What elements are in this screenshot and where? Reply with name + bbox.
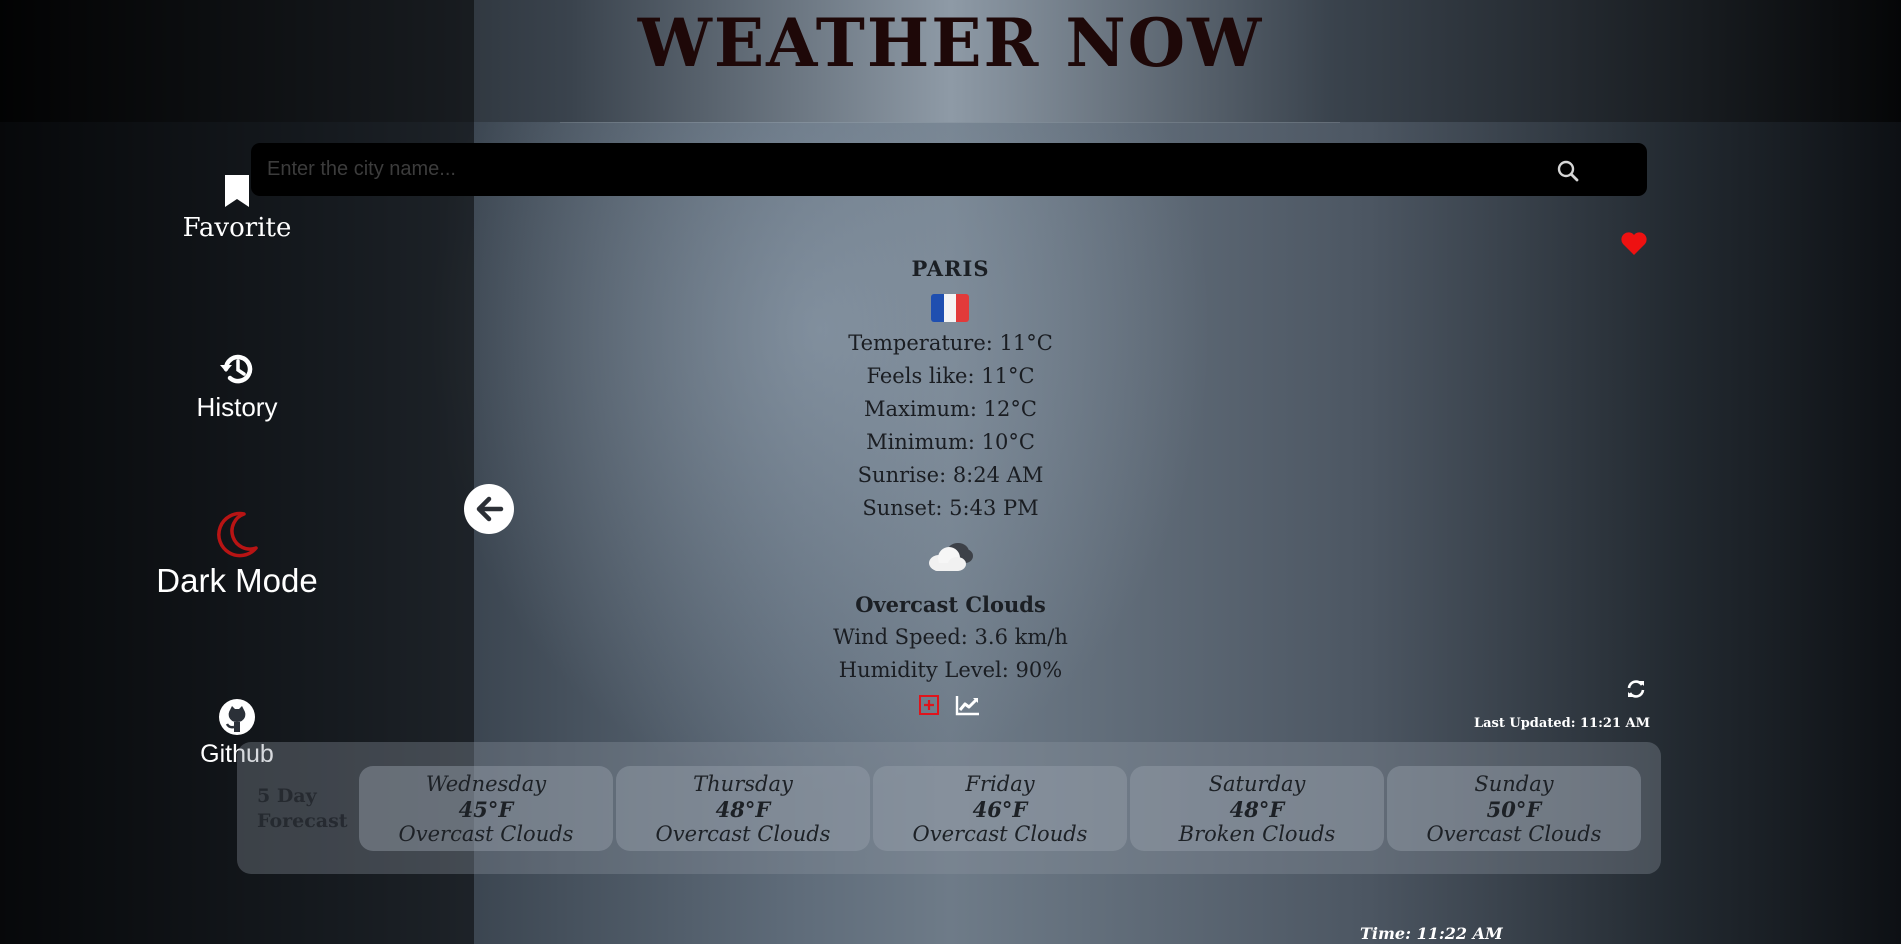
- forecast-day-name: Wednesday: [425, 772, 547, 796]
- back-button[interactable]: [464, 484, 514, 534]
- forecast-day-temp: 50°F: [1486, 797, 1542, 822]
- github-icon: [219, 699, 255, 735]
- forecast-day-card: Sunday 50°F Overcast Clouds: [1387, 766, 1641, 851]
- forecast-day-temp: 48°F: [1229, 797, 1285, 822]
- minimum-text: Minimum: 10°C: [866, 430, 1035, 454]
- forecast-day-desc: Overcast Clouds: [1426, 822, 1602, 846]
- add-icon[interactable]: [918, 694, 940, 716]
- city-name: PARIS: [911, 256, 990, 281]
- feels-like-text: Feels like: 11°C: [866, 364, 1035, 388]
- arrow-left-icon: [476, 496, 504, 522]
- forecast-label: 5 Day Forecast: [257, 785, 348, 832]
- bookmark-icon: [225, 175, 249, 207]
- search-bar: [251, 143, 1647, 196]
- heart-icon[interactable]: [1620, 230, 1648, 256]
- humidity-text: Humidity Level: 90%: [838, 658, 1063, 682]
- temperature-text: Temperature: 11°C: [848, 331, 1053, 355]
- forecast-day-name: Friday: [965, 772, 1035, 796]
- forecast-day-desc: Overcast Clouds: [655, 822, 831, 846]
- wind-speed-text: Wind Speed: 3.6 km/h: [833, 625, 1068, 649]
- forecast-panel: 5 Day Forecast Wednesday 45°F Overcast C…: [237, 742, 1661, 874]
- forecast-day-name: Sunday: [1474, 772, 1554, 796]
- sidebar-item-label: Favorite: [182, 213, 292, 243]
- weather-description: Overcast Clouds: [855, 592, 1046, 617]
- cloud-icon: [929, 543, 973, 571]
- france-flag-icon: [931, 294, 969, 322]
- refresh-icon[interactable]: [1625, 678, 1647, 700]
- line-chart-icon[interactable]: [955, 694, 981, 716]
- search-icon[interactable]: [1556, 159, 1580, 183]
- forecast-day-desc: Broken Clouds: [1178, 822, 1336, 846]
- forecast-day-card: Friday 46°F Overcast Clouds: [873, 766, 1127, 851]
- sunset-text: Sunset: 5:43 PM: [862, 496, 1039, 520]
- forecast-day-temp: 45°F: [458, 797, 514, 822]
- forecast-day-name: Thursday: [693, 772, 793, 796]
- forecast-day-card: Saturday 48°F Broken Clouds: [1130, 766, 1384, 851]
- current-time-text: Time: 11:22 AM: [1360, 924, 1503, 943]
- forecast-day-temp: 46°F: [972, 797, 1028, 822]
- sidebar-item-dark-mode[interactable]: Dark Mode: [0, 510, 474, 600]
- forecast-day-name: Saturday: [1208, 772, 1306, 796]
- forecast-day-card: Wednesday 45°F Overcast Clouds: [359, 766, 613, 851]
- forecast-day-card: Thursday 48°F Overcast Clouds: [616, 766, 870, 851]
- forecast-day-temp: 48°F: [715, 797, 771, 822]
- forecast-day-desc: Overcast Clouds: [912, 822, 1088, 846]
- last-updated-text: Last Updated: 11:21 AM: [1473, 716, 1650, 731]
- sunrise-text: Sunrise: 8:24 AM: [857, 463, 1044, 487]
- maximum-text: Maximum: 12°C: [864, 397, 1037, 421]
- search-input[interactable]: [267, 143, 1567, 196]
- forecast-day-desc: Overcast Clouds: [398, 822, 574, 846]
